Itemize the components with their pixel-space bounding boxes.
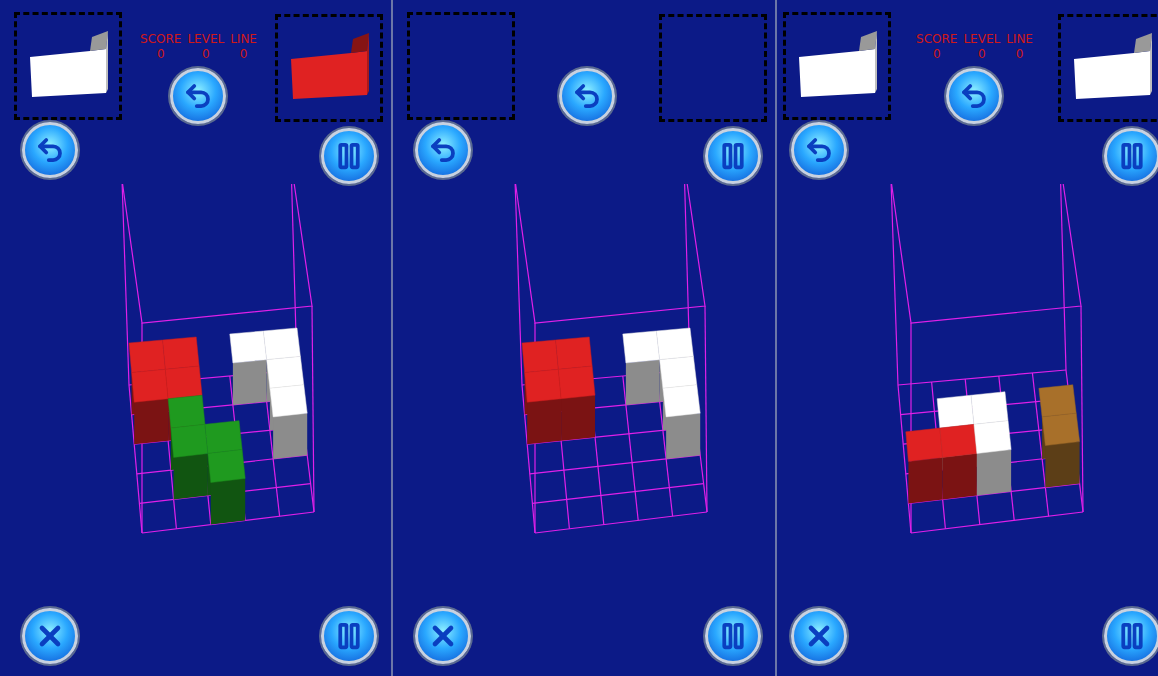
- undo-icon: [572, 81, 602, 111]
- red-piece: [525, 369, 562, 444]
- green-piece: [171, 424, 208, 499]
- pause-icon: [334, 621, 364, 651]
- stat-value: 0: [202, 47, 210, 62]
- pause-icon: [718, 621, 748, 651]
- top-row: SCORE0LEVEL0LINE0: [783, 12, 1158, 124]
- pause-button[interactable]: [1104, 128, 1158, 184]
- stat-value: 0: [240, 47, 248, 62]
- stat: LEVEL0: [187, 32, 224, 64]
- red-piece: [558, 366, 595, 441]
- control-row: [407, 122, 767, 184]
- next-box: [275, 14, 383, 122]
- close-icon: [427, 620, 459, 652]
- hold-piece-icon: [791, 31, 883, 101]
- stat-label: LINE: [230, 32, 257, 47]
- score-area: SCORE0LEVEL0LINE0: [916, 12, 1033, 124]
- hold-piece-icon: [22, 31, 114, 101]
- pause-button[interactable]: [705, 608, 761, 664]
- undo-button[interactable]: [170, 68, 226, 124]
- stats: SCORE0LEVEL0LINE0: [140, 32, 257, 64]
- next-piece-icon: [1066, 33, 1158, 103]
- bottom-row: [14, 608, 383, 664]
- white-piece: [663, 385, 700, 459]
- top-row: SCORE0LEVEL0LINE0: [14, 12, 383, 124]
- brown-piece: [1042, 413, 1079, 487]
- pause-button[interactable]: [1104, 608, 1158, 664]
- stat: SCORE0: [140, 32, 181, 64]
- next-box: [1058, 14, 1158, 122]
- red-piece: [906, 428, 943, 503]
- back-button[interactable]: [415, 122, 471, 178]
- game-screens: SCORE0LEVEL0LINE0SCORE0LEVEL0LINE0: [0, 0, 1158, 676]
- stat-label: LINE: [1006, 32, 1033, 47]
- next-box: [659, 14, 767, 122]
- close-button[interactable]: [22, 608, 78, 664]
- red-piece: [940, 424, 977, 499]
- score-area: SCORE0LEVEL0LINE0: [140, 12, 257, 124]
- back-button[interactable]: [791, 122, 847, 178]
- game-panel: SCORE0LEVEL0LINE0: [0, 0, 393, 676]
- close-button[interactable]: [415, 608, 471, 664]
- game-well: [407, 184, 790, 600]
- white-piece: [230, 331, 267, 405]
- stat: SCORE0: [916, 32, 957, 64]
- back-icon: [804, 135, 834, 165]
- white-piece: [623, 331, 660, 405]
- hold-box: [14, 12, 122, 120]
- stats: SCORE0LEVEL0LINE0: [916, 32, 1033, 64]
- stat-value: 0: [978, 47, 986, 62]
- game-panel: [393, 0, 777, 676]
- next-piece-icon: [283, 33, 375, 103]
- stat-label: LEVEL: [963, 32, 1000, 47]
- pause-button[interactable]: [321, 128, 377, 184]
- undo-icon: [959, 81, 989, 111]
- close-icon: [803, 620, 835, 652]
- score-area: [559, 12, 615, 124]
- red-piece: [132, 369, 169, 444]
- game-well: [783, 184, 1158, 600]
- hold-box: [783, 12, 891, 120]
- close-icon: [34, 620, 66, 652]
- stat: LINE0: [230, 32, 257, 64]
- game-panel: SCORE0LEVEL0LINE0: [777, 0, 1158, 676]
- white-piece: [270, 385, 307, 459]
- stat-value: 0: [1016, 47, 1024, 62]
- pause-icon: [1117, 621, 1147, 651]
- stat-label: SCORE: [140, 32, 181, 47]
- pause-icon: [334, 141, 364, 171]
- stat-label: LEVEL: [187, 32, 224, 47]
- back-icon: [35, 135, 65, 165]
- stat: LINE0: [1006, 32, 1033, 64]
- pause-icon: [718, 141, 748, 171]
- green-piece: [208, 450, 245, 525]
- top-row: [407, 12, 767, 124]
- stat-label: SCORE: [916, 32, 957, 47]
- undo-button[interactable]: [559, 68, 615, 124]
- pause-button[interactable]: [321, 608, 377, 664]
- bottom-row: [783, 608, 1158, 664]
- game-well: [14, 184, 397, 600]
- undo-icon: [183, 81, 213, 111]
- undo-button[interactable]: [946, 68, 1002, 124]
- stat: LEVEL0: [963, 32, 1000, 64]
- control-row: [14, 122, 383, 184]
- white-piece: [974, 421, 1011, 496]
- pause-icon: [1117, 141, 1147, 171]
- back-icon: [428, 135, 458, 165]
- hold-box: [407, 12, 515, 120]
- stat-value: 0: [157, 47, 165, 62]
- back-button[interactable]: [22, 122, 78, 178]
- control-row: [783, 122, 1158, 184]
- stat-value: 0: [933, 47, 941, 62]
- pause-button[interactable]: [705, 128, 761, 184]
- close-button[interactable]: [791, 608, 847, 664]
- bottom-row: [407, 608, 767, 664]
